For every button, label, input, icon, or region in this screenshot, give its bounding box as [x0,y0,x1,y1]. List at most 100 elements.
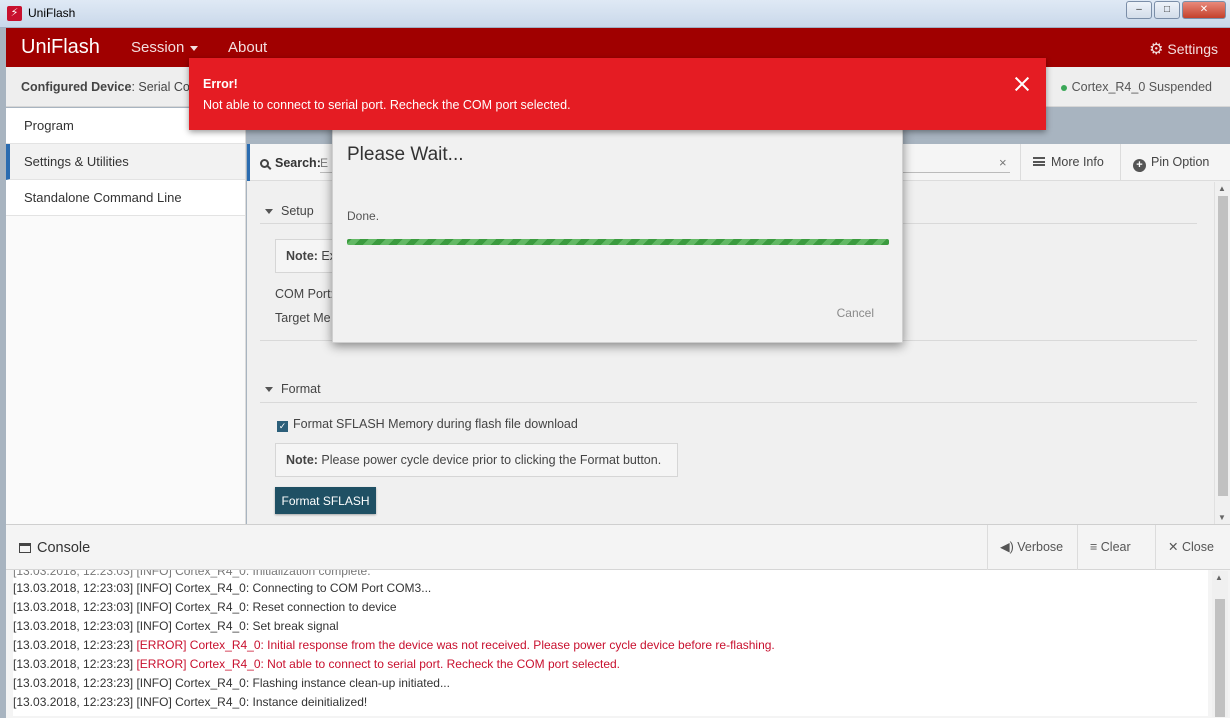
log-message: Cortex_R4_0: Reset connection to device [171,600,397,614]
pin-option-button[interactable]: + Pin Option [1120,144,1230,181]
search-label-text: Search: [275,156,321,170]
app-brand: UniFlash [21,36,100,58]
scroll-down-icon[interactable]: ▼ [1218,513,1226,522]
verbose-button[interactable]: ◀) Verbose [987,525,1077,570]
plus-circle-icon: + [1133,159,1146,172]
format-sflash-checkbox-row[interactable]: ✓ Format SFLASH Memory during flash file … [277,417,578,432]
format-sflash-checkbox[interactable]: ✓ [277,421,288,432]
sidebar-item-settings-utilities[interactable]: Settings & Utilities [6,144,245,180]
configured-device: Configured Device: Serial Con [21,80,197,94]
format-note-text: Please power cycle device prior to click… [317,453,662,467]
log-timestamp: [13.03.2018, 12:23:03] [13,600,134,614]
main-scrollbar[interactable]: ▲ ▼ [1214,182,1230,524]
log-timestamp: [13.03.2018, 12:23:23] [13,638,134,652]
scroll-up-icon[interactable]: ▲ [1218,184,1226,193]
log-level: [INFO] [136,619,172,633]
search-icon [260,159,269,168]
format-note-bold: Note: [286,453,318,467]
log-level: [ERROR] [136,638,187,652]
log-line: [13.03.2018, 12:23:03] [INFO] Cortex_R4_… [13,570,1208,579]
log-level: [INFO] [136,600,172,614]
clear-lines-icon: ≡ [1090,540,1098,554]
about-menu[interactable]: About [228,39,267,56]
console-header: Console ◀) Verbose ≡ Clear ✕ Close [6,525,1230,570]
window-title: UniFlash [28,6,76,20]
setup-title: Setup [281,204,314,218]
progress-bar-fill [347,239,889,245]
close-icon: ✕ [1168,540,1179,554]
log-message: Cortex_R4_0: Initial response from the d… [186,638,775,652]
console-scroll-thumb[interactable] [1215,599,1225,717]
console-title-text: Console [37,540,91,556]
close-label: Close [1181,540,1214,554]
status-dot-icon [1060,84,1067,91]
dialog-status: Done. [347,209,380,223]
chevron-down-icon [190,45,199,51]
sidebar: Program Settings & Utilities Standalone … [6,108,246,524]
error-toast-message: Not able to connect to serial port. Rech… [203,98,571,112]
more-info-button[interactable]: More Info [1020,144,1120,181]
configured-device-label: Configured Device [21,80,132,94]
toast-close-icon[interactable] [1014,76,1030,92]
session-menu[interactable]: Session [131,39,199,56]
verbose-label: Verbose [1017,540,1064,554]
setup-section-header[interactable]: Setup [265,204,314,218]
window-close-button[interactable]: ✕ [1182,1,1226,19]
setup-note-bold: Note: [286,249,318,263]
target-memory-label: Target Me [275,311,331,325]
cancel-button[interactable]: Cancel [837,306,874,320]
log-timestamp: [13.03.2018, 12:23:23] [13,657,134,671]
com-port-label: COM Port: [275,287,335,301]
minimize-button[interactable]: – [1126,1,1152,19]
window-title-bar: ⚡ UniFlash – □ ✕ [0,0,1230,28]
session-menu-label: Session [131,39,185,56]
log-level: [INFO] [136,676,172,690]
log-line: [13.03.2018, 12:23:03] [INFO] Cortex_R4_… [13,579,1208,598]
error-toast: Error! Not able to connect to serial por… [189,58,1046,130]
maximize-button[interactable]: □ [1154,1,1180,19]
log-message: Cortex_R4_0: Not able to connect to seri… [186,657,621,671]
log-message: Cortex_R4_0: Initialization complete. [171,570,371,578]
log-timestamp: [13.03.2018, 12:23:03] [13,619,134,633]
log-timestamp: [13.03.2018, 12:23:03] [13,570,134,578]
console-close-button[interactable]: ✕ Close [1155,525,1230,570]
clear-label: Clear [1100,540,1131,554]
log-message: Cortex_R4_0: Flashing instance clean-up … [171,676,450,690]
pin-option-label: Pin Option [1151,155,1210,169]
log-timestamp: [13.03.2018, 12:23:23] [13,676,134,690]
settings-label: Settings [1167,41,1218,57]
search-accent [247,144,250,181]
log-line: [13.03.2018, 12:23:03] [INFO] Cortex_R4_… [13,598,1208,617]
format-section-header[interactable]: Format [265,382,321,396]
main-scroll-thumb[interactable] [1218,196,1228,496]
console-scrollbar[interactable]: ▲ [1212,571,1228,717]
dialog-title: Please Wait... [347,144,464,165]
sidebar-item-standalone-command-line[interactable]: Standalone Command Line [6,180,245,216]
clear-search-icon[interactable]: × [999,155,1007,170]
more-info-label: More Info [1051,155,1104,169]
console-panel: Console ◀) Verbose ≡ Clear ✕ Close [13.0… [6,524,1230,718]
settings-button[interactable]: ⚙ Settings [1149,39,1218,59]
format-note: Note: Please power cycle device prior to… [275,443,678,477]
window-controls: – □ ✕ [1124,1,1226,19]
search-label: Search: [260,156,321,170]
window-icon [19,543,31,553]
core-status-text: Cortex_R4_0 Suspended [1071,80,1212,94]
format-title: Format [281,382,321,396]
log-level: [INFO] [136,581,172,595]
collapse-triangle-icon [265,387,273,393]
log-line: [13.03.2018, 12:23:23] [INFO] Cortex_R4_… [13,674,1208,693]
scroll-up-icon[interactable]: ▲ [1215,573,1223,582]
log-line: [13.03.2018, 12:23:23] [ERROR] Cortex_R4… [13,655,1208,674]
progress-bar [347,239,889,245]
app-logo-icon: ⚡ [7,6,22,21]
console-log: [13.03.2018, 12:23:03] [INFO] Cortex_R4_… [13,570,1208,716]
gear-icon: ⚙ [1149,41,1164,58]
speaker-icon: ◀) [1000,540,1014,554]
log-timestamp: [13.03.2018, 12:23:03] [13,581,134,595]
error-toast-title: Error! [203,77,238,91]
clear-button[interactable]: ≡ Clear [1077,525,1155,570]
log-line: [13.03.2018, 12:23:03] [INFO] Cortex_R4_… [13,617,1208,636]
format-sflash-button[interactable]: Format SFLASH [275,487,376,514]
configured-device-value: : Serial Con [131,80,197,94]
